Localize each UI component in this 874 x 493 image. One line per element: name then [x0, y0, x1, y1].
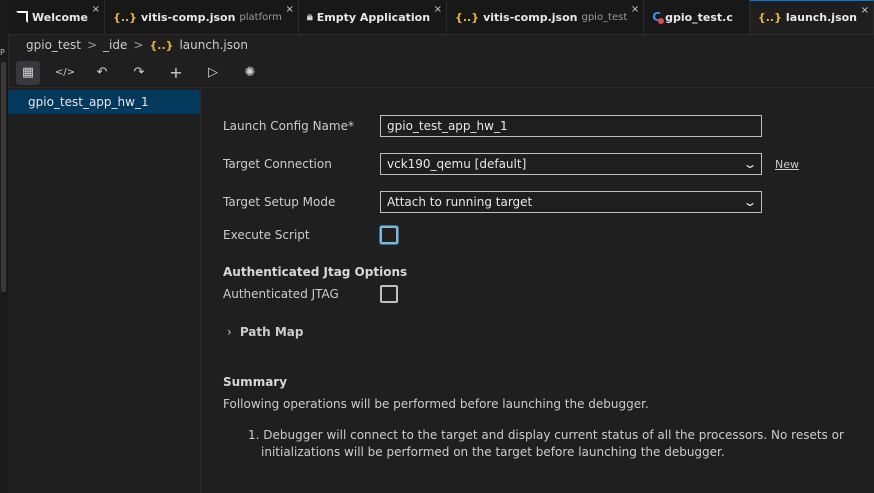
tab-sublabel: gpio_test [581, 11, 628, 23]
target-connection-select[interactable]: vck190_qemu [default] ⌄ [380, 153, 762, 175]
authenticated-jtag-checkbox[interactable] [380, 285, 398, 303]
summary-title: Summary [223, 375, 288, 389]
summary-item-continued: initializations will be performed on the… [261, 445, 725, 459]
tab-label: vitis-comp.json [483, 10, 578, 24]
summary-text: Following operations will be performed b… [223, 397, 649, 411]
c-file-icon: C [652, 10, 665, 24]
path-map-label: Path Map [239, 325, 304, 339]
activity-bar-mark: P [0, 48, 5, 57]
list-item[interactable]: gpio_test_app_hw_1 [8, 90, 200, 114]
execute-script-checkbox[interactable] [380, 226, 398, 244]
table-view-icon: ▦ [21, 65, 35, 80]
run-icon: ▷ [208, 65, 218, 80]
name-row: Launch Config Name* gpio_test_app_hw_1 [223, 115, 762, 137]
chevron-down-icon: ⌄ [742, 195, 758, 209]
tab-bar: Welcome × {..} vitis-comp.json platform … [8, 0, 874, 35]
undo-button[interactable]: ↶ [90, 61, 114, 85]
undo-icon: ↶ [96, 65, 108, 80]
target-setup-mode-label: Target Setup Mode [223, 195, 336, 209]
tab-vitis-comp-platform[interactable]: {..} vitis-comp.json platform × [104, 0, 299, 34]
close-icon[interactable]: × [434, 4, 442, 15]
config-name-label: Launch Config Name* [223, 119, 354, 133]
authenticated-jtag-label: Authenticated JTAG [223, 287, 339, 301]
chevron-down-icon: ⌄ [742, 157, 758, 171]
jtag-section-title: Authenticated Jtag Options [223, 265, 408, 279]
tab-label: launch.json [785, 11, 858, 24]
launch-config-list: gpio_test_app_hw_1 [8, 90, 201, 493]
chevron-right-icon: > [133, 38, 144, 52]
close-icon[interactable]: × [631, 4, 639, 15]
breadcrumb: gpio_test > _ide > {..} launch.json [8, 34, 874, 56]
tab-label: Empty Application [316, 10, 431, 24]
tab-label: Welcome [32, 10, 88, 24]
breadcrumb-file[interactable]: launch.json [179, 38, 247, 52]
target-setup-mode-select[interactable]: Attach to running target ⌄ [380, 191, 762, 213]
chevron-right-icon: › [227, 325, 232, 339]
tab-label: gpio_test.c [665, 10, 733, 24]
error-badge-icon [658, 18, 665, 24]
code-view-button[interactable]: </> [53, 61, 77, 85]
launch-config-form: Launch Config Name* gpio_test_app_hw_1 T… [200, 90, 874, 493]
target-connection-value: vck190_qemu [default] [387, 157, 527, 171]
close-icon[interactable]: × [286, 4, 294, 15]
target-row: Target Connection vck190_qemu [default] … [223, 153, 799, 175]
launch-toolbar: ▦ </> ↶ ↷ + ▷ ✺ [8, 58, 874, 88]
path-map-toggle[interactable]: › Path Map [227, 325, 303, 339]
new-connection-link[interactable]: New [775, 158, 799, 171]
redo-button[interactable]: ↷ [127, 61, 151, 85]
chevron-right-icon: > [86, 38, 98, 52]
json-icon: {..} [757, 11, 782, 24]
tab-vitis-comp-gpio-test[interactable]: {..} vitis-comp.json gpio_test × [447, 0, 645, 34]
code-view-icon: </> [54, 67, 76, 78]
tab-welcome[interactable]: Welcome × [8, 0, 105, 34]
config-name-value: gpio_test_app_hw_1 [387, 119, 508, 133]
breadcrumb-root[interactable]: gpio_test [26, 38, 81, 52]
lock-icon: 🔒︎ [306, 10, 313, 23]
tab-label: vitis-comp.json [141, 10, 236, 24]
mode-row: Target Setup Mode Attach to running targ… [223, 191, 762, 213]
script-row: Execute Script [223, 226, 398, 244]
table-view-button[interactable]: ▦ [16, 60, 40, 85]
summary-item: 1. Debugger will connect to the target a… [248, 428, 844, 442]
config-name-input[interactable]: gpio_test_app_hw_1 [380, 115, 762, 137]
tab-sublabel: platform [239, 11, 282, 23]
breadcrumb-folder[interactable]: _ide [103, 38, 127, 52]
close-icon[interactable]: × [861, 5, 869, 16]
target-setup-mode-value: Attach to running target [387, 195, 533, 209]
tab-launch-json[interactable]: {..} launch.json × [749, 0, 874, 34]
execute-script-label: Execute Script [223, 228, 310, 242]
amd-logo-icon [16, 11, 28, 23]
json-icon: {..} [455, 10, 480, 24]
tab-gpio-test-c[interactable]: C gpio_test.c [644, 0, 750, 34]
json-icon: {..} [112, 10, 138, 24]
jtag-row: Authenticated JTAG [223, 285, 398, 303]
debug-button[interactable]: ✺ [238, 61, 262, 85]
json-icon: {..} [149, 38, 174, 52]
redo-icon: ↷ [133, 65, 145, 80]
tab-empty-application[interactable]: 🔒︎ Empty Application × [298, 0, 448, 34]
add-config-button[interactable]: + [164, 61, 188, 85]
run-button[interactable]: ▷ [201, 61, 225, 85]
debug-icon: ✺ [244, 65, 256, 80]
target-connection-label: Target Connection [223, 157, 332, 171]
add-icon: + [169, 63, 183, 82]
close-icon[interactable]: × [92, 4, 100, 15]
scrollbar[interactable] [1, 62, 6, 292]
